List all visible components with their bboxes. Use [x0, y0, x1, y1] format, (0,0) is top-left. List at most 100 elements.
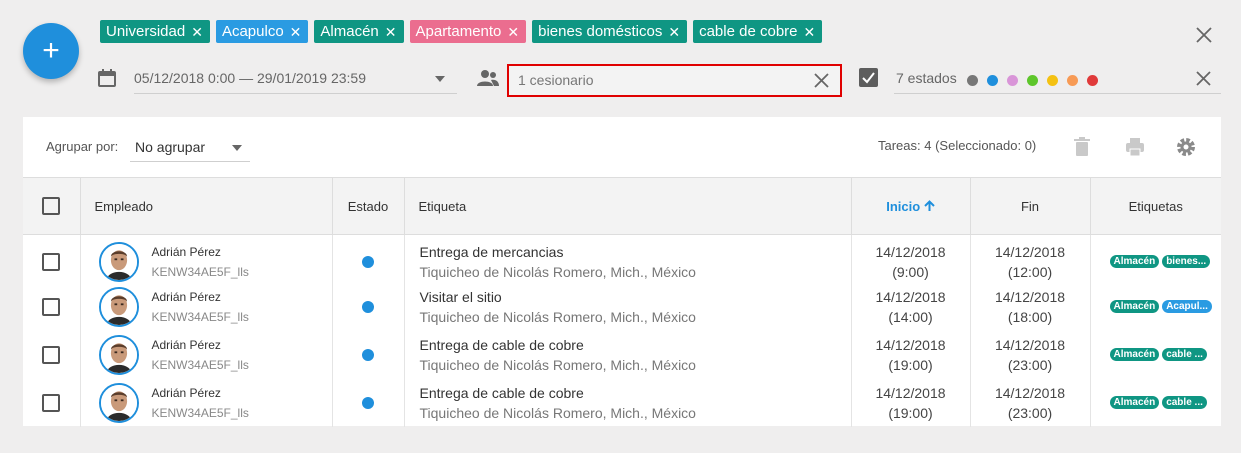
row-tag-chip[interactable]: cable ... — [1162, 396, 1207, 409]
table-row[interactable]: Adrián Pérez KENW34AE5F_lls Visitar el sit… — [23, 282, 1221, 331]
column-header-employee[interactable]: Empleado — [80, 177, 333, 235]
state-cell — [332, 282, 405, 331]
start-time: (19:00) — [888, 356, 933, 373]
column-header-label[interactable]: Etiqueta — [404, 177, 852, 235]
start-cell: 14/12/2018 (19:00) — [851, 330, 971, 379]
column-header-tags[interactable]: Etiquetas — [1090, 177, 1221, 235]
employee-code: KENW34AE5F_lls — [151, 309, 249, 324]
tag-chip-label: Apartamento — [415, 23, 502, 40]
checkbox-checked-icon — [859, 68, 878, 87]
state-color-dot — [1047, 75, 1058, 86]
employee-name: Adrián Pérez — [151, 385, 221, 400]
column-header-end[interactable]: Fin — [970, 177, 1091, 235]
group-by-select[interactable]: No agrupar — [130, 135, 250, 162]
tag-chip[interactable]: bienes domésticos ✕ — [532, 20, 688, 43]
start-time: (19:00) — [888, 404, 933, 421]
tags-cell: Almacén bienes... — [1090, 235, 1221, 283]
tag-chip[interactable]: cable de cobre ✕ — [693, 20, 823, 43]
person-avatar-icon — [100, 243, 137, 280]
group-by-label: Agrupar por: — [46, 139, 119, 154]
employee-code: KENW34AE5F_lls — [151, 405, 249, 420]
print-icon[interactable] — [1124, 136, 1146, 158]
start-date: 14/12/2018 — [875, 384, 946, 401]
tags-cell: Almacén cable ... — [1090, 379, 1221, 427]
state-cell — [332, 330, 405, 379]
end-date: 14/12/2018 — [994, 243, 1066, 260]
remove-tag-close-icon[interactable]: ✕ — [668, 25, 680, 39]
gear-icon[interactable] — [1175, 136, 1197, 158]
trash-icon[interactable] — [1071, 136, 1093, 158]
tag-chip-label: cable de cobre — [699, 23, 798, 40]
end-time: (12:00) — [1007, 263, 1053, 280]
add-button[interactable]: + — [23, 23, 79, 79]
clear-tags-close-icon[interactable] — [1194, 25, 1214, 45]
row-tag-chip[interactable]: Acapul... — [1162, 300, 1212, 313]
row-tag-chip[interactable]: Almacén — [1109, 348, 1160, 361]
state-dot — [362, 396, 374, 409]
tag-chip[interactable]: Universidad ✕ — [100, 20, 210, 43]
employee-cell: Adrián Pérez KENW34AE5F_lls — [80, 282, 333, 331]
remove-tag-close-icon[interactable]: ✕ — [804, 25, 816, 39]
tag-chip[interactable]: Acapulco ✕ — [215, 20, 309, 43]
group-by-value: No agrupar — [135, 139, 206, 155]
avatar — [98, 286, 139, 327]
task-title: Entrega de mercancias — [419, 243, 564, 260]
row-checkbox[interactable] — [42, 393, 61, 412]
task-location: Tiquicheo de Nicolás Romero, Mich., Méxi… — [419, 308, 696, 325]
remove-tag-close-icon[interactable]: ✕ — [507, 25, 519, 39]
end-cell: 14/12/2018 (12:00) — [970, 234, 1091, 283]
label-cell: Entrega de cable de cobre Tiquicheo de Ni… — [404, 378, 852, 427]
employee-name: Adrián Pérez — [151, 244, 221, 259]
arrow-up-icon — [924, 199, 935, 211]
row-checkbox[interactable] — [42, 345, 61, 364]
state-filter-select[interactable]: 7 estados — [894, 64, 1221, 94]
row-tag-chip[interactable]: cable ... — [1162, 348, 1207, 361]
row-select-cell — [23, 330, 81, 379]
state-color-dot — [1087, 75, 1098, 86]
state-cell — [332, 378, 405, 427]
tag-chip-label: Acapulco — [221, 23, 284, 40]
row-tag-chip[interactable]: bienes... — [1162, 255, 1211, 269]
row-checkbox[interactable] — [42, 297, 61, 316]
label-cell: Visitar el sitio Tiquicheo de Nicolás Rom… — [404, 282, 852, 331]
table-row[interactable]: Adrián Pérez KENW34AE5F_lls Entrega de cab… — [23, 378, 1221, 427]
column-header-start-label: Inicio — [886, 198, 921, 214]
remove-tag-close-icon[interactable]: ✕ — [290, 25, 302, 39]
column-header-state[interactable]: Estado — [332, 177, 405, 235]
select-all-header — [23, 177, 81, 235]
tags-cell: Almacén cable ... — [1090, 331, 1221, 379]
tag-chip-label: bienes domésticos — [538, 23, 663, 40]
table-row[interactable]: Adrián Pérez KENW34AE5F_lls Entrega de cab… — [23, 330, 1221, 379]
select-all-checkbox[interactable] — [42, 197, 61, 215]
assignee-filter-field[interactable]: 1 cesionario — [507, 64, 842, 97]
tasks-panel: Agrupar por: No agrupar Tareas: 4 (Selec… — [23, 117, 1221, 427]
date-range-select[interactable]: 05/12/2018 0:00 — 29/01/2019 23:59 — [134, 64, 457, 94]
start-date: 14/12/2018 — [875, 336, 946, 353]
employee-code: KENW34AE5F_lls — [151, 264, 249, 279]
remove-tag-close-icon[interactable]: ✕ — [385, 25, 397, 39]
clear-states-close-icon[interactable] — [1195, 70, 1212, 87]
label-cell: Entrega de cable de cobre Tiquicheo de Ni… — [404, 330, 852, 379]
task-count: Tareas: 4 (Seleccionado: 0) — [878, 138, 1037, 153]
tag-filter-bar: Universidad ✕ Acapulco ✕ Almacén ✕ Apartamento… — [100, 20, 823, 43]
employee-cell: Adrián Pérez KENW34AE5F_lls — [80, 330, 333, 379]
table-row[interactable]: Adrián Pérez KENW34AE5F_lls Entrega de mer… — [23, 234, 1221, 283]
tag-chip[interactable]: Apartamento ✕ — [409, 20, 527, 43]
row-tag-chip[interactable]: Almacén — [1109, 396, 1160, 409]
clear-assignee-close-icon[interactable] — [813, 72, 830, 89]
task-location: Tiquicheo de Nicolás Romero, Mich., Méxi… — [419, 263, 696, 280]
state-filter-label: 7 estados — [896, 70, 957, 86]
row-tag-chip[interactable]: Almacén — [1109, 300, 1160, 313]
people-icon — [477, 70, 499, 86]
employee-code: KENW34AE5F_lls — [151, 357, 249, 372]
start-date: 14/12/2018 — [875, 243, 946, 260]
start-cell: 14/12/2018 (14:00) — [851, 282, 971, 331]
row-tag-chip[interactable]: Almacén — [1109, 255, 1160, 269]
column-header-start[interactable]: Inicio — [851, 177, 971, 235]
row-checkbox[interactable] — [42, 252, 61, 271]
tasks-table: Empleado Estado Etiqueta Inicio Fin Etiq… — [23, 177, 1221, 427]
tag-chip[interactable]: Almacén ✕ — [314, 20, 404, 43]
end-date: 14/12/2018 — [994, 336, 1066, 353]
remove-tag-close-icon[interactable]: ✕ — [191, 25, 203, 39]
state-dot — [362, 300, 374, 313]
